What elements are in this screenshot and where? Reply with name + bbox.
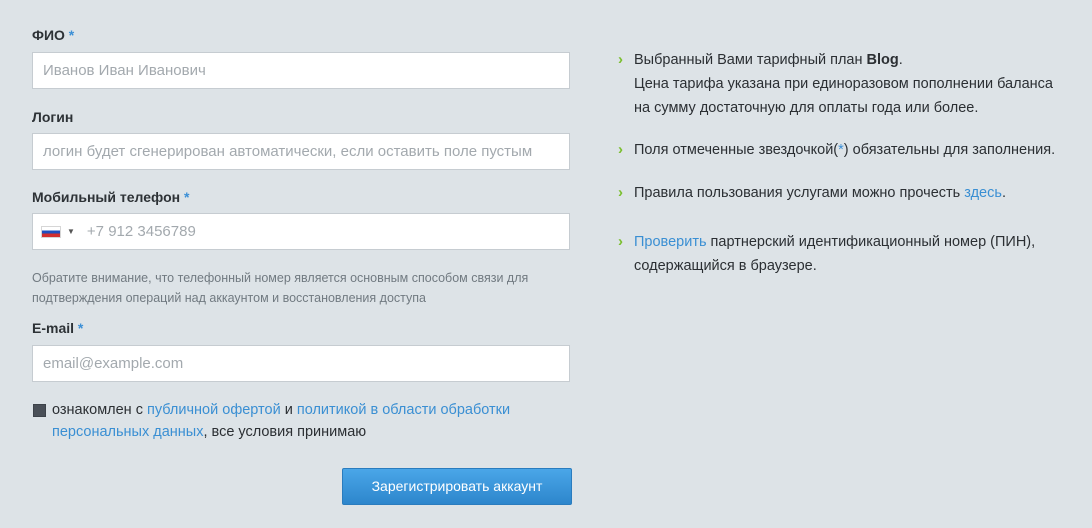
pin-line-2: содержащийся в браузере. bbox=[634, 258, 817, 274]
chevron-right-icon: › bbox=[618, 184, 623, 201]
required-note-prefix: Поля отмеченные звездочкой( bbox=[634, 142, 839, 158]
consent-checkbox[interactable] bbox=[33, 404, 46, 417]
rules-info: › Правила пользования услугами можно про… bbox=[618, 181, 1078, 205]
rules-prefix: Правила пользования услугами можно проче… bbox=[634, 185, 965, 201]
register-button[interactable]: Зарегистрировать аккаунт bbox=[342, 468, 572, 505]
chevron-right-icon: › bbox=[618, 51, 623, 68]
consent-block: ознакомлен с публичной офертой и политик… bbox=[32, 399, 572, 443]
required-mark: * bbox=[77, 320, 84, 336]
privacy-policy-link[interactable]: политикой в области обработки bbox=[297, 402, 510, 418]
fio-label-text: ФИО bbox=[32, 27, 65, 43]
consent-prefix: ознакомлен с bbox=[52, 402, 148, 418]
consent-line-2: персональных данных, все условия принима… bbox=[52, 421, 572, 443]
plan-name: Blog bbox=[866, 52, 899, 68]
fio-input[interactable]: Иванов Иван Иванович bbox=[32, 52, 570, 89]
consent-and: и bbox=[280, 402, 297, 418]
phone-input[interactable]: ▼ +7 912 3456789 bbox=[32, 213, 570, 250]
public-offer-link[interactable]: публичной офертой bbox=[147, 402, 281, 418]
russia-flag-icon[interactable] bbox=[41, 225, 61, 238]
plan-info: › Выбранный Вами тарифный план Blog. Цен… bbox=[618, 48, 1078, 120]
phone-label: Мобильный телефон * bbox=[32, 189, 189, 205]
consent-line-1: ознакомлен с публичной офертой и политик… bbox=[52, 399, 572, 421]
email-placeholder: email@example.com bbox=[43, 355, 184, 372]
required-mark: * bbox=[68, 27, 75, 43]
email-input[interactable]: email@example.com bbox=[32, 345, 570, 382]
phone-placeholder: +7 912 3456789 bbox=[86, 223, 196, 240]
phone-label-text: Мобильный телефон bbox=[32, 189, 181, 205]
chevron-right-icon: › bbox=[618, 233, 623, 250]
plan-line-3: на сумму достаточную для оплаты года или… bbox=[634, 100, 979, 116]
plan-suffix: . bbox=[898, 52, 903, 68]
pin-line-1: Проверить партнерский идентификационный … bbox=[634, 230, 1078, 254]
fio-label: ФИО * bbox=[32, 27, 74, 43]
login-input[interactable]: логин будет сгенерирован автоматически, … bbox=[32, 133, 570, 170]
required-mark: * bbox=[183, 189, 190, 205]
rules-suffix: . bbox=[1001, 185, 1006, 201]
phone-note: Обратите внимание, что телефонный номер … bbox=[32, 271, 529, 305]
required-note-suffix: ) обязательны для заполнения. bbox=[843, 142, 1056, 158]
login-placeholder: логин будет сгенерирован автоматически, … bbox=[43, 143, 533, 160]
chevron-down-icon[interactable]: ▼ bbox=[67, 227, 75, 236]
plan-prefix: Выбранный Вами тарифный план bbox=[634, 52, 867, 68]
required-info: › Поля отмеченные звездочкой(*) обязател… bbox=[618, 138, 1078, 162]
email-label-text: E-mail bbox=[32, 320, 75, 336]
pin-text: партнерский идентификационный номер (ПИН… bbox=[706, 234, 1036, 250]
privacy-policy-link-cont[interactable]: персональных данных bbox=[52, 424, 203, 440]
plan-line-2: Цена тарифа указана при единоразовом поп… bbox=[634, 76, 1053, 92]
pin-info: › Проверить партнерский идентификационны… bbox=[618, 230, 1078, 278]
plan-line-1: Выбранный Вами тарифный план Blog. bbox=[634, 48, 1078, 72]
chevron-right-icon: › bbox=[618, 141, 623, 158]
fio-placeholder: Иванов Иван Иванович bbox=[43, 62, 206, 79]
check-pin-link[interactable]: Проверить bbox=[634, 234, 707, 250]
rules-link[interactable]: здесь bbox=[964, 185, 1002, 201]
login-label-text: Логин bbox=[32, 109, 74, 125]
email-label: E-mail * bbox=[32, 320, 83, 336]
login-label: Логин bbox=[32, 109, 73, 125]
consent-suffix: , все условия принимаю bbox=[203, 424, 367, 440]
